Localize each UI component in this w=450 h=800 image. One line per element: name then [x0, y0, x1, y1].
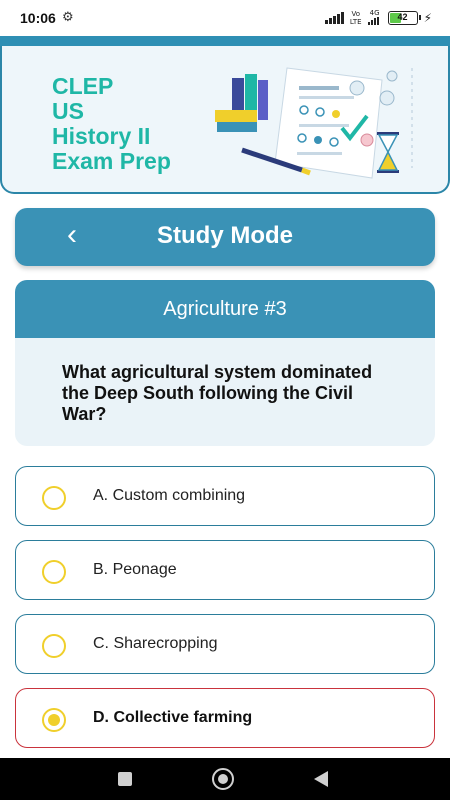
- app-title-line: History II: [52, 123, 151, 149]
- radio-button[interactable]: [42, 634, 66, 658]
- recent-apps-icon[interactable]: [118, 772, 132, 786]
- app-title-line: CLEP: [52, 73, 114, 99]
- radio-button[interactable]: [42, 486, 66, 510]
- back-icon[interactable]: [314, 771, 328, 787]
- question-text: What agricultural system dominated the D…: [62, 362, 373, 424]
- question-card: Agriculture #3 What agricultural system …: [15, 280, 435, 446]
- app-title-line: Exam Prep: [52, 148, 171, 174]
- signal-icon: [324, 12, 344, 24]
- question-topic: Agriculture #3: [163, 298, 287, 320]
- header-banner: CLEP US History II Exam Prep: [0, 46, 450, 194]
- study-mode-header: ‹ Study Mode: [15, 208, 435, 266]
- answer-option-label: C. Sharecropping: [93, 635, 218, 652]
- answer-option-d[interactable]: D. Collective farming: [15, 688, 435, 748]
- answer-option-b[interactable]: B. Peonage: [15, 540, 435, 600]
- volte-bottom-label: LTE: [349, 18, 362, 26]
- radio-button-selected[interactable]: [42, 708, 66, 732]
- network-type-label: 4G: [369, 9, 380, 17]
- question-header: Agriculture #3: [15, 280, 435, 338]
- system-nav-bar: [0, 758, 450, 800]
- gear-icon: ⚙: [62, 9, 74, 24]
- exam-illustration: [215, 67, 413, 179]
- battery-level: 42: [397, 12, 408, 22]
- answer-option-label: A. Custom combining: [93, 487, 246, 504]
- volte-top-label: Vo: [351, 10, 360, 18]
- status-icons: Vo LTE 4G 42 ⚡: [324, 9, 432, 27]
- home-icon[interactable]: [212, 768, 234, 790]
- network-type-icon: 4G: [367, 9, 382, 27]
- app-title-line: US: [52, 98, 84, 124]
- radio-button[interactable]: [42, 560, 66, 584]
- signal-bars-icon: [367, 17, 379, 25]
- status-bar: 10:06 ⚙ Vo LTE 4G 42 ⚡: [0, 0, 450, 36]
- volte-icon: Vo LTE: [350, 10, 362, 26]
- answer-option-label: D. Collective farming: [93, 709, 253, 726]
- battery-icon: 42: [387, 11, 421, 25]
- answer-option-c[interactable]: C. Sharecropping: [15, 614, 435, 674]
- answer-option-label: B. Peonage: [93, 561, 177, 578]
- answer-option-a[interactable]: A. Custom combining: [15, 466, 435, 526]
- bolt-icon: ⚡: [423, 11, 432, 25]
- app-title: CLEP US History II Exam Prep: [52, 74, 222, 174]
- app-bar-strip: [0, 36, 450, 46]
- page-title: Study Mode: [157, 222, 293, 249]
- status-time: 10:06: [20, 10, 56, 26]
